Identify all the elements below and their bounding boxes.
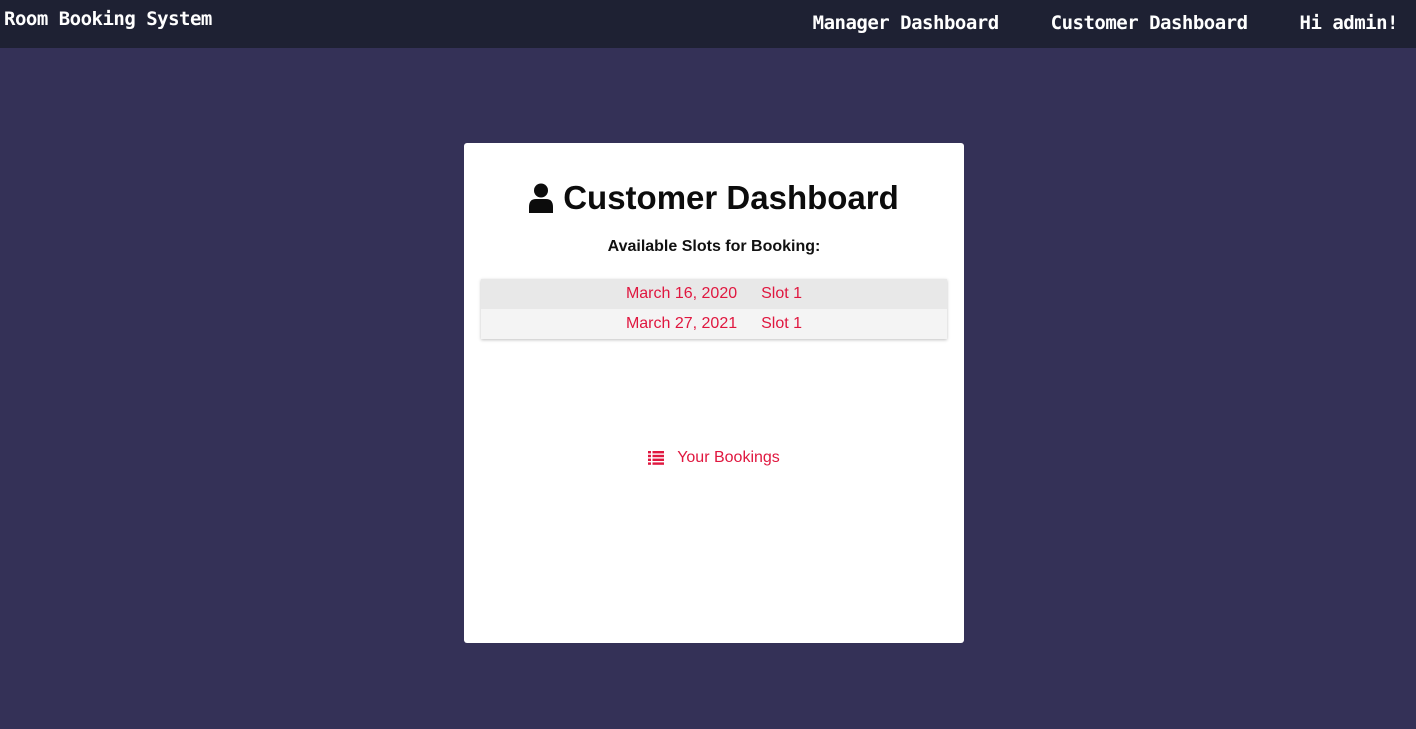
slot-number: Slot 1 bbox=[761, 315, 803, 332]
available-slots-heading: Available Slots for Booking: bbox=[607, 238, 821, 255]
nav-manager-dashboard[interactable]: Manager Dashboard bbox=[813, 12, 999, 34]
page-title-row: Customer Dashboard bbox=[464, 179, 964, 217]
nav-links: Manager Dashboard Customer Dashboard Hi … bbox=[813, 12, 1399, 34]
nav-customer-dashboard[interactable]: Customer Dashboard bbox=[1051, 12, 1248, 34]
brand-title[interactable]: Room Booking System bbox=[4, 8, 212, 30]
slot-date: March 16, 2020 bbox=[625, 285, 738, 302]
slot-row[interactable]: March 27, 2021 Slot 1 bbox=[481, 309, 947, 339]
slot-row[interactable]: March 16, 2020 Slot 1 bbox=[481, 279, 947, 309]
nav-user-greeting[interactable]: Hi admin! bbox=[1300, 12, 1399, 34]
user-icon bbox=[529, 183, 554, 213]
slot-number: Slot 1 bbox=[761, 285, 803, 302]
customer-dashboard-card: Customer Dashboard Available Slots for B… bbox=[464, 143, 964, 643]
your-bookings-label: Your Bookings bbox=[677, 449, 780, 466]
list-icon bbox=[648, 451, 665, 465]
slot-date: March 27, 2021 bbox=[625, 315, 738, 332]
slots-list: March 16, 2020 Slot 1 March 27, 2021 Slo… bbox=[481, 279, 947, 339]
navbar: Room Booking System Manager Dashboard Cu… bbox=[0, 0, 1416, 48]
your-bookings-link[interactable]: Your Bookings bbox=[464, 449, 964, 467]
page-title: Customer Dashboard bbox=[563, 179, 899, 216]
